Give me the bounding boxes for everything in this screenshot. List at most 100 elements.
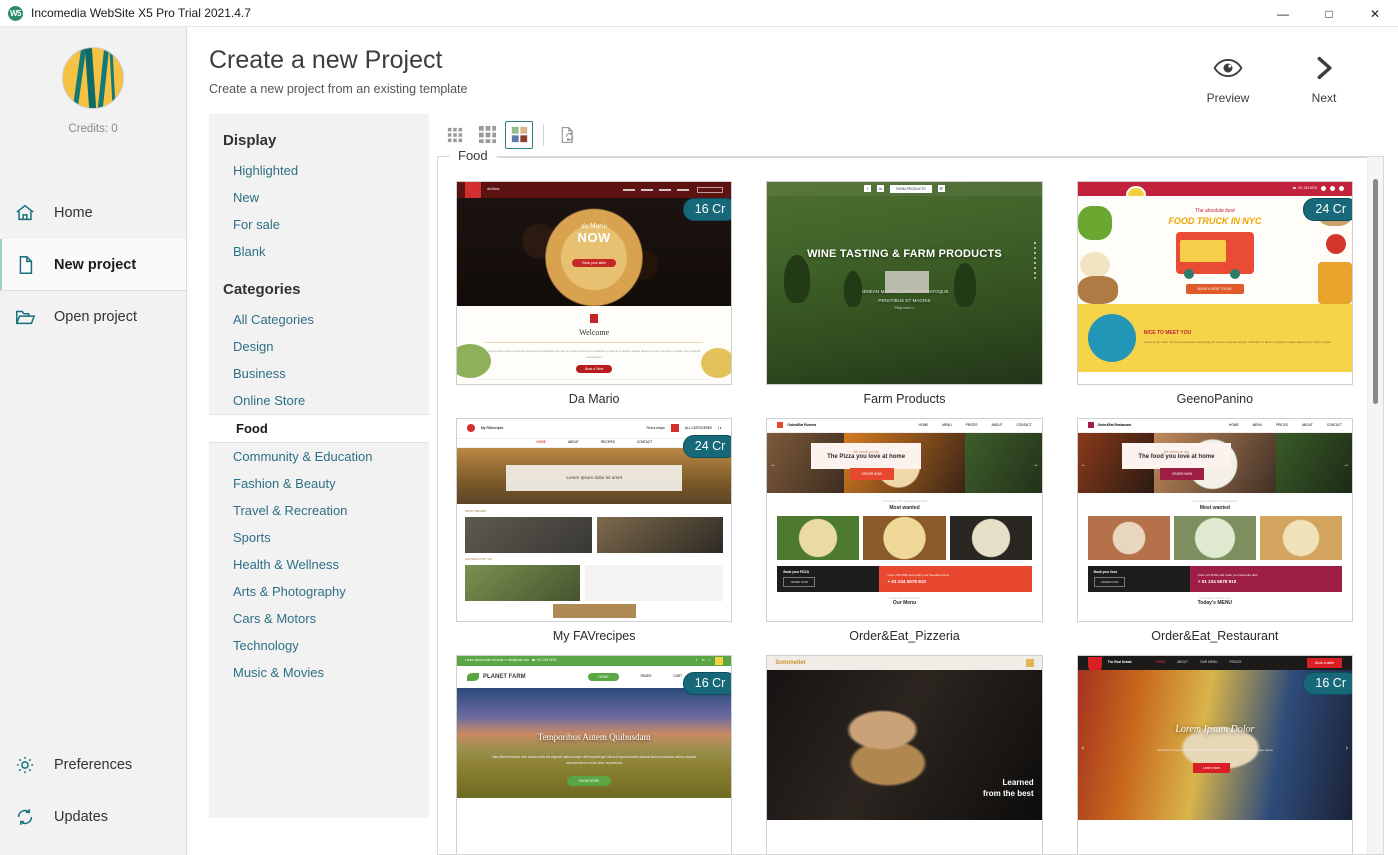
- category-technology[interactable]: Technology: [209, 632, 429, 659]
- mock-hero-sub2: PENATIBUS ET MAGNIS: [878, 297, 931, 303]
- mock-cta: ORDER NOW: [849, 467, 894, 480]
- category-music-movies[interactable]: Music & Movies: [209, 659, 429, 686]
- category-fashion-beauty[interactable]: Fashion & Beauty: [209, 470, 429, 497]
- mock-phone: + 01 234 5678 910: [1197, 579, 1237, 585]
- category-travel-recreation[interactable]: Travel & Recreation: [209, 497, 429, 524]
- mock-hero-link: Shop now >>: [894, 306, 915, 311]
- page-subtitle: Create a new project from an existing te…: [209, 82, 468, 97]
- template-thumbnail[interactable]: Lorem ipsum dolor sit amet ✉ info@mail.c…: [456, 654, 733, 854]
- filter-new[interactable]: New: [209, 184, 429, 211]
- mock-section-title: Welcome: [579, 327, 610, 337]
- window-title: Incomedia WebSite X5 Pro Trial 2021.4.7: [31, 6, 251, 20]
- template-thumbnail[interactable]: Order&Eat Restaurant HOME MENU PRICES ABOUT…: [1076, 417, 1353, 622]
- mock-brand: The Real Kebab: [1107, 660, 1132, 665]
- mock-hero-text: Lorem Ipsum dolor sit amet: [566, 475, 622, 481]
- mock-brand: Order&Eat Pizzeria: [787, 422, 817, 427]
- template-card[interactable]: Lorem ipsum dolor sit amet ✉ info@mail.c…: [456, 654, 733, 854]
- large-grid-view-button[interactable]: [505, 120, 533, 149]
- template-card[interactable]: The Real Kebab HOME ABOUT OUR MENU PRICES B…: [1076, 654, 1353, 854]
- category-design[interactable]: Design: [209, 333, 429, 360]
- sidebar-bottom-nav: Preferences Updates: [0, 739, 186, 855]
- mock-footer: Today's MENU: [1197, 599, 1233, 606]
- credits-badge: 16 Cr: [682, 671, 732, 695]
- filter-highlighted[interactable]: Highlighted: [209, 157, 429, 184]
- gallery-column: Food da Mario da Mario NOW It Time for P…: [429, 114, 1398, 855]
- mock-hero-script: da Mario: [581, 221, 608, 230]
- mock-brand: PLANET FARM: [483, 673, 526, 680]
- refresh-templates-button[interactable]: [554, 121, 582, 149]
- filter-blank[interactable]: Blank: [209, 238, 429, 265]
- template-card[interactable]: ☎ +01 234 5678 The absolute best FOOD TR…: [1076, 180, 1353, 412]
- sidebar-item-updates[interactable]: Updates: [0, 791, 186, 843]
- mock-footer: Our Menu: [892, 599, 917, 606]
- category-food[interactable]: Food: [209, 413, 429, 443]
- category-sports[interactable]: Sports: [209, 524, 429, 551]
- category-business[interactable]: Business: [209, 360, 429, 387]
- small-grid-view-button[interactable]: [441, 121, 469, 149]
- sidebar-item-open-project[interactable]: Open project: [0, 291, 186, 343]
- toolbar-separator: [543, 123, 544, 146]
- template-name: Order&Eat_Restaurant: [1151, 628, 1279, 643]
- mock-hero-title: The Pizza you love at home: [827, 454, 906, 461]
- template-card[interactable]: f in FARM PRODUCTS ☰ WINE TASTING & FARM…: [766, 180, 1043, 412]
- mock-hero-button: SHOW MORE: [566, 775, 612, 786]
- template-thumbnail[interactable]: da Mario da Mario NOW It Time for Pizza …: [456, 180, 733, 385]
- template-name: Order&Eat_Pizzeria: [849, 628, 960, 643]
- page-header-titles: Create a new Project Create a new projec…: [209, 45, 1200, 96]
- template-card[interactable]: Order&Eat Restaurant HOME MENU PRICES ABOUT…: [1076, 417, 1353, 649]
- category-community-education[interactable]: Community & Education: [209, 443, 429, 470]
- category-arts-photography[interactable]: Arts & Photography: [209, 578, 429, 605]
- mock-hero-title: Temporibus Autem Quibusdam: [537, 731, 651, 742]
- minimize-button[interactable]: —: [1260, 0, 1306, 27]
- template-thumbnail[interactable]: f in FARM PRODUCTS ☰ WINE TASTING & FARM…: [766, 180, 1043, 385]
- filter-for-sale[interactable]: For sale: [209, 211, 429, 238]
- template-card[interactable]: Sommelier Learned from the best: [766, 654, 1043, 854]
- category-cars-motors[interactable]: Cars & Motors: [209, 605, 429, 632]
- header-actions: Preview Next: [1200, 45, 1376, 105]
- template-card[interactable]: da Mario da Mario NOW It Time for Pizza …: [456, 180, 733, 412]
- template-card[interactable]: My FAVrecipes Find a recipe ALL CATEGORI…: [456, 417, 733, 649]
- medium-grid-view-button[interactable]: [473, 121, 501, 149]
- sidebar-item-preferences[interactable]: Preferences: [0, 739, 186, 791]
- sidebar-item-new-project[interactable]: New project: [0, 239, 186, 291]
- template-name: My FAVrecipes: [552, 628, 636, 643]
- template-grid: da Mario da Mario NOW It Time for Pizza …: [456, 180, 1353, 854]
- next-label: Next: [1311, 91, 1337, 105]
- scrollbar-thumb[interactable]: [1373, 178, 1378, 404]
- main-area: Create a new Project Create a new projec…: [187, 27, 1398, 855]
- group-label: Food: [450, 147, 496, 163]
- preview-button[interactable]: Preview: [1200, 53, 1256, 105]
- mock-cta: ORDER NOW: [1159, 467, 1205, 480]
- sidebar-item-label: New project: [54, 257, 137, 273]
- template-thumbnail[interactable]: Sommelier Learned from the best: [766, 654, 1043, 854]
- mock-cta: BOOK A SEAT TODAY: [1185, 283, 1244, 294]
- sidebar-item-home[interactable]: Home: [0, 187, 186, 239]
- maximize-button[interactable]: □: [1306, 0, 1352, 27]
- sidebar-item-label: Updates: [54, 809, 109, 825]
- filter-panel: Display Highlighted New For sale Blank C…: [209, 113, 429, 818]
- mock-hero-big: NOW: [577, 229, 611, 245]
- next-button[interactable]: Next: [1296, 53, 1352, 105]
- template-gallery: Food da Mario da Mario NOW It Time for P…: [437, 147, 1384, 855]
- gallery-scrollbar[interactable]: [1367, 156, 1383, 854]
- document-icon: [12, 252, 38, 278]
- template-name: GeenoPanino: [1176, 391, 1254, 406]
- category-online-store[interactable]: Online Store: [209, 387, 429, 414]
- mock-nav-chip: FARM PRODUCTS: [890, 184, 932, 193]
- avatar[interactable]: [62, 47, 124, 109]
- template-card[interactable]: Order&Eat Pizzeria HOME MENU PRICES ABOUT CO…: [766, 417, 1043, 649]
- category-all-categories[interactable]: All Categories: [209, 306, 429, 333]
- template-name: Da Mario: [568, 391, 620, 406]
- mock-nav-home: HOME: [588, 672, 619, 681]
- mock-band-left: Book your PIZZA: [783, 569, 810, 574]
- sidebar-item-label: Preferences: [54, 757, 133, 773]
- template-thumbnail[interactable]: My FAVrecipes Find a recipe ALL CATEGORI…: [456, 417, 733, 622]
- category-health-wellness[interactable]: Health & Wellness: [209, 551, 429, 578]
- template-thumbnail[interactable]: ☎ +01 234 5678 The absolute best FOOD TR…: [1076, 180, 1353, 385]
- close-button[interactable]: ✕: [1352, 0, 1398, 27]
- mock-section-2: CHOSEN FOR YOU: [465, 556, 493, 561]
- credits-badge: 16 Cr: [682, 197, 732, 221]
- mock-band-left: Book your food: [1093, 569, 1118, 574]
- template-thumbnail[interactable]: The Real Kebab HOME ABOUT OUR MENU PRICES B…: [1076, 654, 1353, 854]
- template-thumbnail[interactable]: Order&Eat Pizzeria HOME MENU PRICES ABOUT CO…: [766, 417, 1043, 622]
